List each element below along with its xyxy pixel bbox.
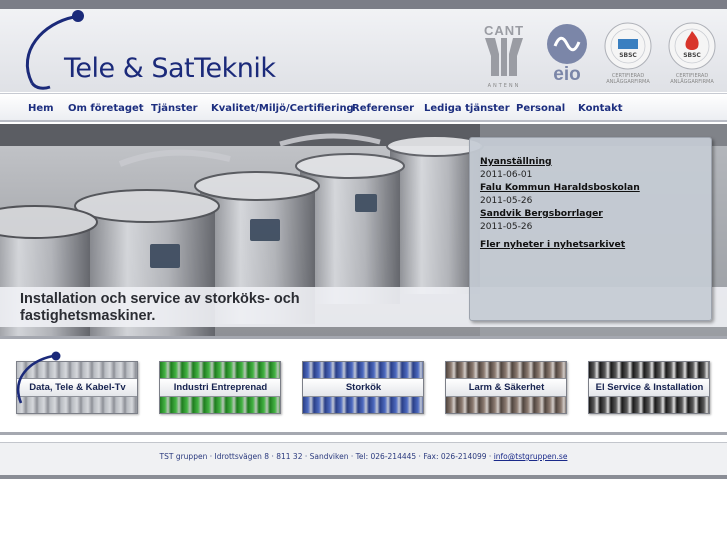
nav-item-hem[interactable]: Hem [28, 103, 54, 114]
service-label: Industri Entreprenad [160, 378, 280, 397]
hero-caption: Installation och service av storköks- oc… [20, 291, 300, 324]
sbsc-caption-2: CERTIFIERAD ANLÄGGARFIRMA [670, 73, 714, 85]
divider [0, 432, 727, 435]
news-item-title[interactable]: Sandvik Bergsborrlager [480, 208, 705, 220]
header: Tele & SatTeknik CANT ANTENN eio SBSC CE… [0, 9, 727, 92]
service-storkok[interactable]: Storkök [302, 361, 424, 414]
service-larm-sakerhet[interactable]: Larm & Säkerhet [445, 361, 567, 414]
sbsc-badge-2: SBSC CERTIFIERAD ANLÄGGARFIRMA [667, 21, 717, 89]
nav-item-om-foretaget[interactable]: Om företaget [68, 103, 144, 114]
cant-label: CANT [483, 23, 525, 38]
footer-address: TST gruppen · Idrottsvägen 8 · 811 32 · … [159, 452, 494, 461]
service-el-service-installation[interactable]: El Service & Installation [588, 361, 710, 414]
news-box: Nyanställning 2011-06-01 Falu Kommun Har… [469, 137, 712, 321]
news-archive-link[interactable]: Fler nyheter i nyhetsarkivet [480, 239, 705, 250]
news-item-title[interactable]: Nyanställning [480, 156, 705, 168]
service-label: El Service & Installation [589, 378, 709, 397]
service-label: Larm & Säkerhet [446, 378, 566, 397]
nav-item-personal[interactable]: Personal [516, 103, 565, 114]
news-list: Nyanställning 2011-06-01 Falu Kommun Har… [480, 156, 705, 250]
nav-item-kontakt[interactable]: Kontakt [578, 103, 623, 114]
sbsc-caption-1: CERTIFIERAD ANLÄGGARFIRMA [606, 73, 650, 85]
sbsc-fire-seal-icon [668, 22, 716, 70]
footer-email-link[interactable]: info@tstgruppen.se [494, 452, 568, 461]
sbsc-badge-1: SBSC CERTIFIERAD ANLÄGGARFIRMA [603, 21, 653, 89]
nav-item-referenser[interactable]: Referenser [352, 103, 414, 114]
news-item-date: 2011-05-26 [480, 196, 533, 206]
footer-contact: TST gruppen · Idrottsvägen 8 · 811 32 · … [0, 452, 727, 461]
divider [0, 336, 727, 339]
eio-logo: eio [544, 22, 590, 90]
sbsc-label-1: SBSC [619, 52, 637, 59]
nav-item-tjanster[interactable]: Tjänster [151, 103, 198, 114]
footer-bottom-bar [0, 475, 727, 479]
news-item-date: 2011-05-26 [480, 222, 533, 232]
service-label: Storkök [303, 378, 423, 397]
news-item-title[interactable]: Falu Kommun Haraldsboskolan [480, 182, 705, 194]
eio-label: eio [553, 64, 581, 85]
main-nav: Hem Om företaget Tjänster Kvalitet/Miljö… [0, 93, 727, 122]
service-industri-entreprenad[interactable]: Industri Entreprenad [159, 361, 281, 414]
cant-antenn-logo: CANT ANTENN [477, 23, 531, 91]
cant-emblem-icon [485, 38, 523, 76]
sbsc-seal-icon [604, 22, 652, 70]
footer: TST gruppen · Idrottsvägen 8 · 811 32 · … [0, 442, 727, 475]
service-logo-swoosh-icon [16, 351, 61, 404]
sbsc-label-2: SBSC [683, 52, 701, 59]
nav-item-kvalitet[interactable]: Kvalitet/Miljö/Certifiering [211, 103, 354, 114]
nav-item-lediga-tjanster[interactable]: Lediga tjänster [424, 103, 510, 114]
top-bar [0, 0, 727, 9]
cant-caption: ANTENN [487, 83, 521, 89]
logo-text[interactable]: Tele & SatTeknik [64, 53, 276, 84]
news-item-date: 2011-06-01 [480, 170, 533, 180]
